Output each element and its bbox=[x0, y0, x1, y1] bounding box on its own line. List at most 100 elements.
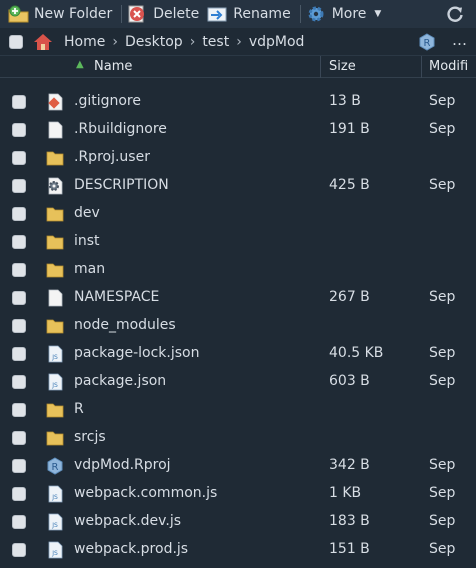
file-modified: Sep bbox=[429, 373, 456, 389]
rproject-icon[interactable]: R bbox=[418, 33, 436, 51]
file-checkbox[interactable] bbox=[12, 403, 26, 417]
file-checkbox[interactable] bbox=[12, 375, 26, 389]
gear-icon bbox=[306, 5, 326, 23]
file-size: 267 B bbox=[329, 289, 370, 305]
file-modified: Sep bbox=[429, 93, 456, 109]
file-checkbox[interactable] bbox=[12, 543, 26, 557]
file-checkbox[interactable] bbox=[12, 431, 26, 445]
file-name-link[interactable]: .Rproj.user bbox=[74, 149, 150, 165]
js-file-icon: JS bbox=[46, 345, 64, 363]
file-checkbox[interactable] bbox=[12, 487, 26, 501]
breadcrumb-vdpmod[interactable]: vdpMod bbox=[249, 34, 305, 50]
file-row[interactable]: node_modules bbox=[0, 312, 476, 340]
breadcrumb: Home › Desktop › test › vdpMod R … bbox=[0, 28, 476, 56]
column-header-name[interactable]: Name bbox=[94, 59, 132, 74]
file-name-link[interactable]: DESCRIPTION bbox=[74, 177, 169, 193]
file-list-header: ▲ Name Size Modifi bbox=[0, 56, 476, 78]
file-row[interactable]: JS package.json 603 B Sep bbox=[0, 368, 476, 396]
file-icon bbox=[46, 289, 64, 307]
svg-text:JS: JS bbox=[51, 494, 58, 501]
file-name-link[interactable]: node_modules bbox=[74, 317, 176, 333]
file-name-link[interactable]: .gitignore bbox=[74, 93, 141, 109]
more-button[interactable]: More ▼ bbox=[304, 0, 388, 28]
file-checkbox[interactable] bbox=[12, 263, 26, 277]
file-row[interactable]: .gitignore 13 B Sep bbox=[0, 88, 476, 116]
file-size: 40.5 KB bbox=[329, 345, 384, 361]
file-row[interactable]: srcjs bbox=[0, 424, 476, 452]
svg-text:JS: JS bbox=[51, 354, 58, 361]
file-name-link[interactable]: srcjs bbox=[74, 429, 106, 445]
file-name-link[interactable]: vdpMod.Rproj bbox=[74, 457, 171, 473]
column-header-modified[interactable]: Modifi bbox=[429, 59, 468, 74]
folder-icon bbox=[46, 317, 64, 335]
file-checkbox[interactable] bbox=[12, 515, 26, 529]
file-row[interactable]: inst bbox=[0, 228, 476, 256]
git-icon bbox=[46, 93, 64, 111]
file-row[interactable]: JS package-lock.json 40.5 KB Sep bbox=[0, 340, 476, 368]
refresh-icon bbox=[447, 6, 463, 22]
file-row[interactable]: JS webpack.common.js 1 KB Sep bbox=[0, 480, 476, 508]
column-divider[interactable] bbox=[421, 56, 422, 78]
svg-text:JS: JS bbox=[51, 382, 58, 389]
home-icon[interactable] bbox=[33, 33, 53, 51]
file-name-link[interactable]: dev bbox=[74, 205, 100, 221]
file-size: 425 B bbox=[329, 177, 370, 193]
file-name-link[interactable]: man bbox=[74, 261, 105, 277]
file-row[interactable]: JS webpack.dev.js 183 B Sep bbox=[0, 508, 476, 536]
file-name-link[interactable]: .Rbuildignore bbox=[74, 121, 167, 137]
file-checkbox[interactable] bbox=[12, 291, 26, 305]
new-folder-button[interactable]: New Folder bbox=[6, 0, 118, 28]
file-size: 13 B bbox=[329, 93, 361, 109]
chevron-right-icon: › bbox=[112, 33, 118, 50]
file-size: 342 B bbox=[329, 457, 370, 473]
new-folder-label: New Folder bbox=[34, 6, 113, 22]
file-icon bbox=[46, 121, 64, 139]
select-all-checkbox[interactable] bbox=[9, 34, 23, 49]
file-name-link[interactable]: R bbox=[74, 401, 84, 417]
file-name-link[interactable]: webpack.prod.js bbox=[74, 541, 188, 557]
file-checkbox[interactable] bbox=[12, 235, 26, 249]
file-checkbox[interactable] bbox=[12, 347, 26, 361]
file-checkbox[interactable] bbox=[12, 207, 26, 221]
file-name-link[interactable]: inst bbox=[74, 233, 100, 249]
file-checkbox[interactable] bbox=[12, 123, 26, 137]
folder-icon bbox=[46, 205, 64, 223]
breadcrumb-test[interactable]: test bbox=[202, 34, 229, 50]
file-row[interactable]: R bbox=[0, 396, 476, 424]
breadcrumb-desktop[interactable]: Desktop bbox=[125, 34, 183, 50]
file-modified: Sep bbox=[429, 289, 456, 305]
file-name-link[interactable]: package.json bbox=[74, 373, 166, 389]
file-name-link[interactable]: webpack.common.js bbox=[74, 485, 217, 501]
file-size: 1 KB bbox=[329, 485, 362, 501]
file-checkbox[interactable] bbox=[12, 459, 26, 473]
rename-button[interactable]: Rename bbox=[205, 0, 296, 28]
file-row[interactable]: NAMESPACE 267 B Sep bbox=[0, 284, 476, 312]
breadcrumb-home[interactable]: Home bbox=[64, 34, 105, 50]
file-name-link[interactable]: webpack.dev.js bbox=[74, 513, 181, 529]
delete-icon bbox=[127, 5, 147, 23]
file-row[interactable]: JS webpack.prod.js 151 B Sep bbox=[0, 536, 476, 564]
file-size: 191 B bbox=[329, 121, 370, 137]
file-checkbox[interactable] bbox=[12, 319, 26, 333]
rename-icon bbox=[207, 5, 227, 23]
file-checkbox[interactable] bbox=[12, 95, 26, 109]
folder-icon bbox=[46, 233, 64, 251]
svg-text:JS: JS bbox=[51, 550, 58, 557]
refresh-button[interactable] bbox=[444, 3, 466, 25]
file-name-link[interactable]: package-lock.json bbox=[74, 345, 200, 361]
column-divider[interactable] bbox=[320, 56, 321, 78]
file-row[interactable]: RvdpMod.Rproj 342 B Sep bbox=[0, 452, 476, 480]
file-name-link[interactable]: NAMESPACE bbox=[74, 289, 159, 305]
file-row[interactable]: .Rproj.user bbox=[0, 144, 476, 172]
js-file-icon: JS bbox=[46, 513, 64, 531]
delete-button[interactable]: Delete bbox=[125, 0, 205, 28]
file-row[interactable]: .Rbuildignore 191 B Sep bbox=[0, 116, 476, 144]
file-modified: Sep bbox=[429, 345, 456, 361]
file-checkbox[interactable] bbox=[12, 151, 26, 165]
more-options-icon[interactable]: … bbox=[452, 31, 467, 49]
column-header-size[interactable]: Size bbox=[329, 59, 356, 74]
file-row[interactable]: man bbox=[0, 256, 476, 284]
file-row[interactable]: DESCRIPTION 425 B Sep bbox=[0, 172, 476, 200]
file-row[interactable]: dev bbox=[0, 200, 476, 228]
file-checkbox[interactable] bbox=[12, 179, 26, 193]
